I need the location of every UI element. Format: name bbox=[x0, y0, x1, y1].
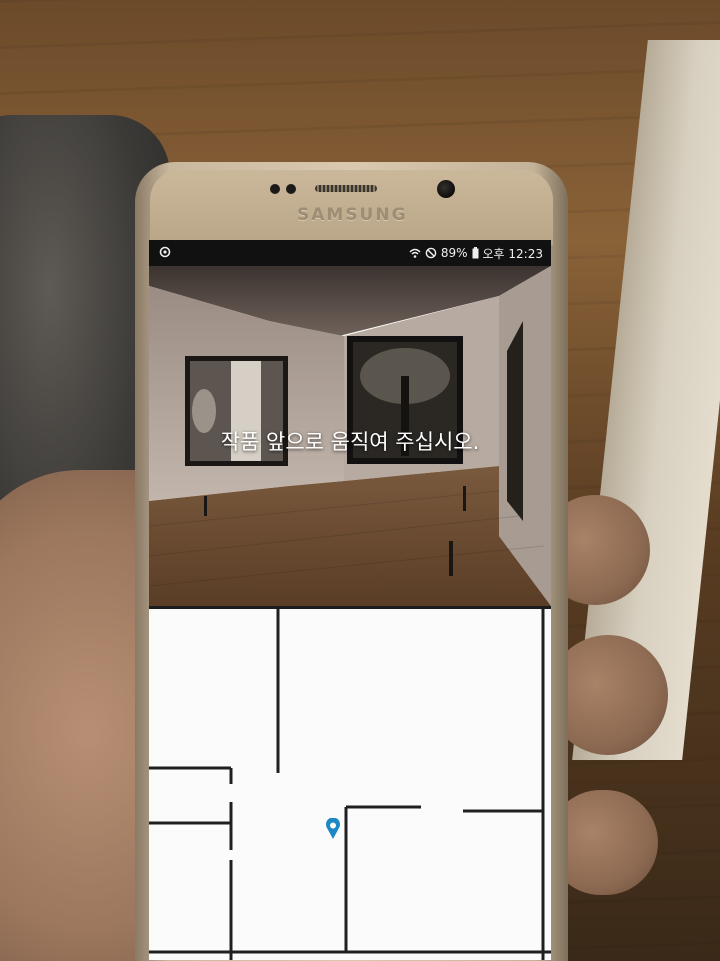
do-not-disturb-icon bbox=[425, 247, 437, 259]
battery-icon bbox=[472, 247, 479, 259]
sensor-dot-left bbox=[270, 184, 280, 194]
clock: 오후 12:23 bbox=[482, 246, 543, 261]
map-top-border bbox=[149, 606, 551, 609]
photo-scene: SAMSUNG 89% 오후 12:23 작품 앞으로 움직여 주십시오. bbox=[0, 0, 720, 961]
map-pin-icon[interactable] bbox=[325, 817, 341, 840]
gallery-view: 작품 앞으로 움직여 주십시오. bbox=[149, 266, 551, 606]
move-to-artwork-instruction: 작품 앞으로 움직여 주십시오. bbox=[220, 430, 480, 454]
status-right-group: 89% 오후 12:23 bbox=[409, 245, 543, 261]
phone-screen: 89% 오후 12:23 작품 앞으로 움직여 주십시오. bbox=[149, 240, 551, 960]
sync-icon bbox=[159, 246, 171, 258]
battery-percent: 89% bbox=[440, 246, 468, 260]
front-camera bbox=[437, 180, 455, 198]
wifi-icon bbox=[409, 247, 421, 259]
status-bar: 89% 오후 12:23 bbox=[149, 240, 551, 266]
floor-plan-walls bbox=[149, 606, 551, 960]
sensor-dot-right bbox=[286, 184, 296, 194]
floor-plan-map[interactable] bbox=[149, 606, 551, 960]
earpiece-speaker bbox=[315, 185, 377, 192]
phone-brand-logo: SAMSUNG bbox=[297, 205, 408, 225]
